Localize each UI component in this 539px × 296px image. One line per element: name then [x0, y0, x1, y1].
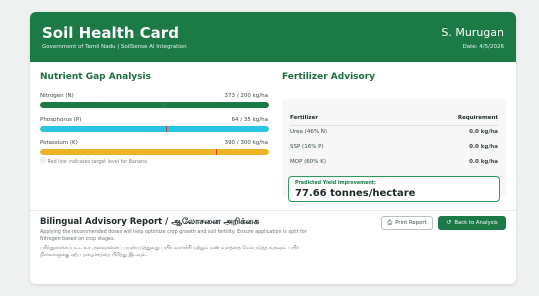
potassium-label: Potassium (K) — [40, 140, 78, 146]
target-hint-text: Red line indicates target level for Bana… — [47, 160, 147, 165]
print-report-button[interactable]: ⎙ Print Report — [381, 216, 433, 230]
potassium-value: 390 / 300 kg/ha — [224, 140, 268, 146]
back-arrow-icon: ↺ — [446, 219, 452, 226]
nitrogen-bar-fill — [40, 102, 269, 108]
farmer-name: S. Murugan — [441, 26, 504, 39]
table-row: SSP (16% P) 0.0 kg/ha — [290, 144, 498, 150]
back-to-analysis-button[interactable]: ↺ Back to Analysis — [438, 216, 506, 230]
info-icon: ⓘ — [40, 158, 47, 165]
fertilizer-amount: 0.0 kg/ha — [469, 129, 498, 135]
page-subtitle: Government of Tamil Nadu | SoilSense AI … — [42, 44, 187, 50]
print-report-label: Print Report — [395, 220, 427, 226]
phosphorus-value: 64 / 35 kg/ha — [231, 117, 268, 123]
english-advisory: Applying the recommended doses will help… — [40, 230, 307, 242]
table-row: MOP (60% K) 0.0 kg/ha — [290, 159, 498, 165]
nitrogen-target-line — [162, 102, 164, 108]
table-divider — [290, 125, 498, 126]
phosphorus-target-line — [165, 126, 167, 132]
phosphorus-label: Phosphorus (P) — [40, 117, 82, 123]
fertilizer-table-header: Fertilizer Requirement — [290, 115, 498, 121]
back-to-analysis-label: Back to Analysis — [454, 220, 498, 226]
nutrient-section-title: Nutrient Gap Analysis — [40, 72, 151, 82]
fertilizer-name: Urea (46% N) — [290, 129, 328, 135]
phosphorus-bar — [40, 126, 269, 132]
printer-icon: ⎙ — [387, 219, 393, 226]
soil-health-card: Soil Health Card Government of Tamil Nad… — [30, 12, 516, 284]
target-hint: ⓘ Red line indicates target level for Ba… — [40, 158, 147, 166]
yield-card: Predicted Yield Improvement: 77.66 tonne… — [288, 176, 500, 202]
section-divider — [30, 210, 516, 211]
fertilizer-section-title: Fertilizer Advisory — [282, 72, 376, 82]
nitrogen-value: 373 / 200 kg/ha — [224, 93, 268, 99]
col-fertilizer: Fertilizer — [290, 115, 318, 121]
yield-value: 77.66 tonnes/hectare — [295, 188, 416, 199]
potassium-bar — [40, 149, 269, 155]
tamil-advisory: பரிந்துரைக்கப்பட்ட உர அளவுகளைப் பயன்படுத… — [40, 246, 299, 258]
yield-label: Predicted Yield Improvement: — [295, 181, 376, 186]
potassium-bar-fill — [40, 149, 269, 155]
potassium-target-line — [216, 149, 218, 155]
bilingual-title: Bilingual Advisory Report / ஆலோசனை அறிக்… — [40, 217, 260, 227]
phosphorus-bar-fill — [40, 126, 269, 132]
fertilizer-amount: 0.0 kg/ha — [469, 159, 498, 165]
fertilizer-name: SSP (16% P) — [290, 144, 324, 150]
nitrogen-bar — [40, 102, 269, 108]
page-title: Soil Health Card — [42, 24, 179, 42]
table-row: Urea (46% N) 0.0 kg/ha — [290, 129, 498, 135]
report-date: Date: 4/5/2026 — [462, 44, 504, 50]
fertilizer-name: MOP (60% K) — [290, 159, 327, 165]
col-requirement: Requirement — [457, 115, 498, 121]
nitrogen-label: Nitrogen (N) — [40, 93, 74, 99]
fertilizer-amount: 0.0 kg/ha — [469, 144, 498, 150]
card-header: Soil Health Card Government of Tamil Nad… — [30, 12, 516, 62]
